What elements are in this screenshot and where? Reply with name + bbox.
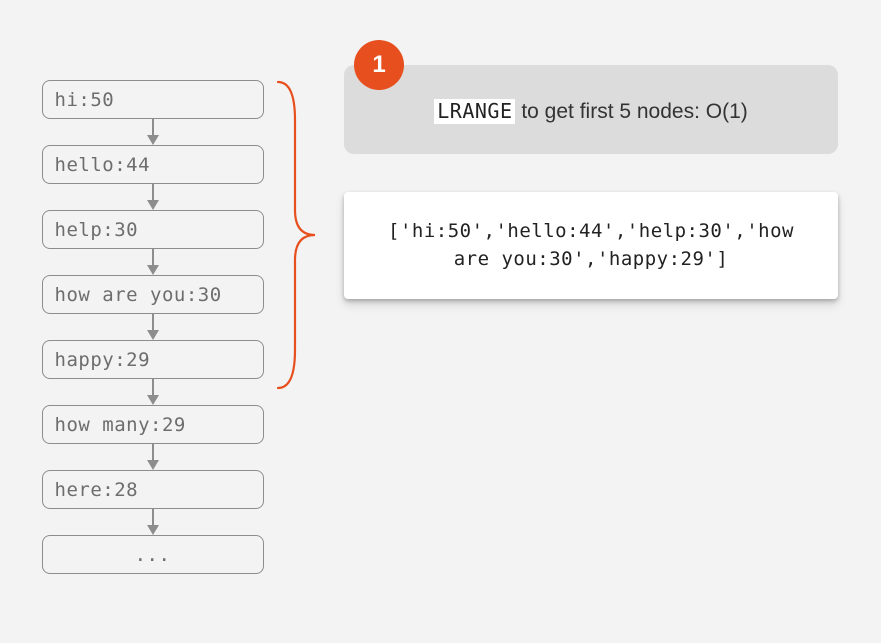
arrow-down-icon xyxy=(145,379,161,405)
list-node: here:28 xyxy=(42,470,264,509)
caption-text: to get first 5 nodes: O(1) xyxy=(515,100,747,123)
arrow-down-icon xyxy=(145,184,161,210)
step-number-badge: 1 xyxy=(354,40,404,90)
list-node: ... xyxy=(42,535,264,574)
arrow-down-icon xyxy=(145,119,161,145)
list-node: how are you:30 xyxy=(42,275,264,314)
step-caption: LRANGE to get first 5 nodes: O(1) xyxy=(344,65,838,154)
list-node: help:30 xyxy=(42,210,264,249)
arrow-down-icon xyxy=(145,509,161,535)
list-node: how many:29 xyxy=(42,405,264,444)
linked-list: hi:50 hello:44 help:30 how are you:30 ha… xyxy=(35,80,270,574)
result-output: ['hi:50','hello:44','help:30','how are y… xyxy=(344,192,838,299)
selection-bracket-icon xyxy=(273,80,323,395)
arrow-down-icon xyxy=(145,249,161,275)
arrow-down-icon xyxy=(145,314,161,340)
list-node: hello:44 xyxy=(42,145,264,184)
arrow-down-icon xyxy=(145,444,161,470)
command-code: LRANGE xyxy=(434,99,515,124)
list-node: hi:50 xyxy=(42,80,264,119)
list-node: happy:29 xyxy=(42,340,264,379)
